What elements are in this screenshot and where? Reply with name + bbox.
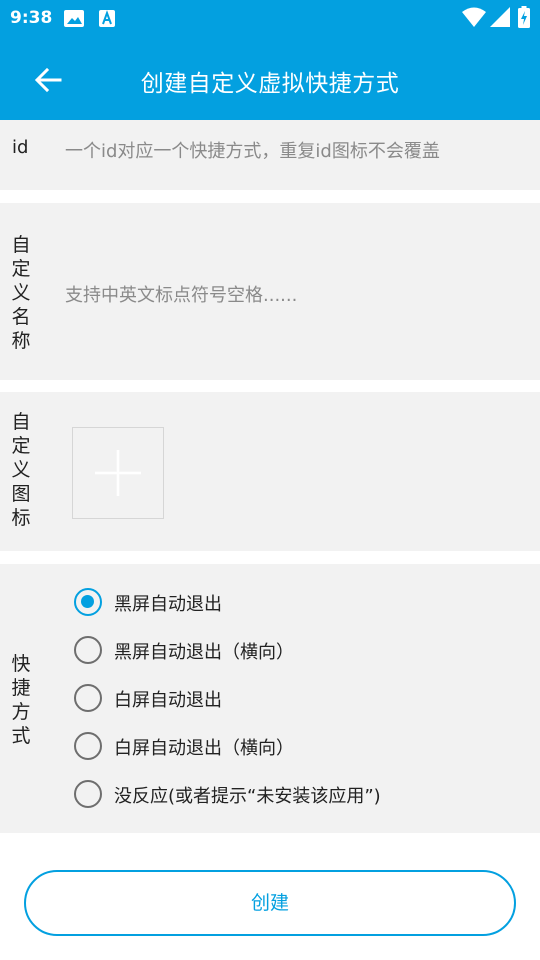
add-icon-button[interactable]	[72, 427, 164, 519]
page-title: 创建自定义虚拟快捷方式	[140, 71, 400, 97]
battery-charging-icon	[518, 6, 530, 33]
option-label: 没反应(或者提示“未安装该应用”)	[114, 786, 381, 807]
radio-checked-icon	[74, 588, 102, 616]
app-bar: 9:38 创建自定义虚拟快捷方式	[0, 0, 540, 120]
status-time: 9:38	[10, 8, 53, 28]
text-a-icon	[99, 10, 115, 32]
name-input[interactable]: 支持中英文标点符号空格......	[65, 281, 297, 307]
radio-unchecked-icon	[74, 780, 102, 808]
name-field-panel: 自 定 义 名 称 支持中英文标点符号空格......	[0, 203, 540, 380]
id-field-panel: id 一个id对应一个快捷方式，重复id图标不会覆盖	[0, 120, 540, 190]
status-bar: 9:38	[0, 0, 540, 36]
id-input[interactable]: 一个id对应一个快捷方式，重复id图标不会覆盖	[65, 137, 440, 163]
option-label: 白屏自动退出（横向）	[114, 738, 294, 759]
option-label: 黑屏自动退出	[114, 594, 222, 615]
create-button[interactable]: 创建	[24, 870, 516, 936]
radio-unchecked-icon	[74, 684, 102, 712]
image-icon	[64, 10, 84, 32]
id-label: id	[12, 137, 29, 158]
cell-signal-icon	[490, 7, 510, 32]
plus-icon	[95, 450, 141, 496]
radio-unchecked-icon	[74, 732, 102, 760]
icon-label: 自 定 义 图 标	[11, 411, 31, 529]
option-label: 白屏自动退出	[114, 690, 222, 711]
name-label: 自 定 义 名 称	[11, 234, 31, 352]
wifi-icon	[462, 7, 486, 32]
option-label: 黑屏自动退出（横向）	[114, 642, 294, 663]
radio-unchecked-icon	[74, 636, 102, 664]
mode-label: 快 捷 方 式	[11, 653, 31, 747]
